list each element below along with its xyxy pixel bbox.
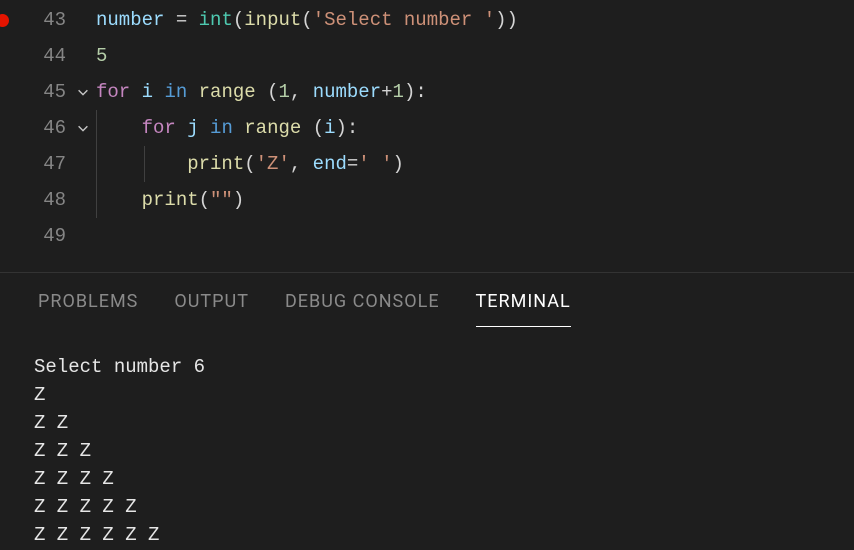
token: ( [313, 117, 324, 139]
token: 'Z' [256, 153, 290, 175]
token: ( [301, 9, 312, 31]
code-text[interactable]: for i in range (1, number+1): [96, 81, 427, 103]
token: , [290, 81, 313, 103]
token: ) [233, 189, 244, 211]
code-line[interactable]: 44 5 [0, 38, 854, 74]
token [153, 81, 164, 103]
code-line[interactable]: 49 [0, 218, 854, 254]
token: ( [267, 81, 278, 103]
tab-problems[interactable]: PROBLEMS [38, 285, 138, 327]
token: for [142, 117, 176, 139]
token: print [187, 153, 244, 175]
line-number: 45 [18, 74, 70, 110]
code-editor[interactable]: 43number = int(input('Select number '))4… [0, 0, 854, 254]
code-content[interactable]: for j in range (i): [96, 110, 854, 146]
indent-guide [96, 146, 97, 182]
code-line[interactable]: 45 for i in range (1, number+1): [0, 74, 854, 110]
code-line[interactable]: 47 print('Z', end=' ') [0, 146, 854, 182]
token: , [290, 153, 313, 175]
token: 5 [96, 45, 107, 67]
token: ): [336, 117, 359, 139]
token: for [96, 81, 130, 103]
token: range [244, 117, 301, 139]
token: ( [244, 153, 255, 175]
tab-output[interactable]: OUTPUT [174, 285, 249, 327]
tab-terminal[interactable]: TERMINAL [476, 285, 571, 327]
code-line[interactable]: 43number = int(input('Select number ')) [0, 2, 854, 38]
token: 1 [278, 81, 289, 103]
token: in [164, 81, 187, 103]
token [187, 81, 198, 103]
token: ( [233, 9, 244, 31]
indent-guide [96, 110, 97, 146]
line-number: 44 [18, 38, 70, 74]
tab-debug-console[interactable]: DEBUG CONSOLE [285, 285, 440, 327]
fold-gutter[interactable] [70, 85, 96, 99]
line-number: 46 [18, 110, 70, 146]
code-text[interactable]: for j in range (i): [96, 117, 358, 139]
token [199, 117, 210, 139]
token: 'Select number ' [313, 9, 495, 31]
code-text[interactable]: 5 [96, 45, 107, 67]
token: int [199, 9, 233, 31]
token: )) [495, 9, 518, 31]
breakpoint-icon[interactable] [0, 14, 9, 27]
token: ' ' [358, 153, 392, 175]
fold-gutter[interactable] [70, 121, 96, 135]
token: range [199, 81, 256, 103]
token: + [381, 81, 392, 103]
token: i [324, 117, 335, 139]
panel-tabs: PROBLEMS OUTPUT DEBUG CONSOLE TERMINAL [0, 273, 854, 327]
token: = [347, 153, 358, 175]
code-content[interactable]: print('Z', end=' ') [96, 146, 854, 182]
token: number [96, 9, 164, 31]
token: 1 [393, 81, 404, 103]
vscode-editor: 43number = int(input('Select number '))4… [0, 0, 854, 550]
token: input [244, 9, 301, 31]
code-content[interactable]: number = int(input('Select number ')) [96, 2, 854, 38]
code-content[interactable]: for i in range (1, number+1): [96, 74, 854, 110]
token: ) [393, 153, 404, 175]
token: ): [404, 81, 427, 103]
code-line[interactable]: 48 print("") [0, 182, 854, 218]
token: = [164, 9, 198, 31]
token [256, 81, 267, 103]
bottom-panel: PROBLEMS OUTPUT DEBUG CONSOLE TERMINAL Sele… [0, 272, 854, 550]
token: j [187, 117, 198, 139]
token: print [142, 189, 199, 211]
breakpoint-gutter[interactable] [0, 14, 18, 27]
token: number [313, 81, 381, 103]
indent-guide [96, 182, 97, 218]
code-text[interactable]: print('Z', end=' ') [96, 153, 404, 175]
token: i [142, 81, 153, 103]
token: "" [210, 189, 233, 211]
token: ( [199, 189, 210, 211]
terminal-output[interactable]: Select number 6 Z Z Z Z Z Z Z Z Z Z Z Z … [0, 327, 854, 549]
token [233, 117, 244, 139]
token [301, 117, 312, 139]
code-text[interactable]: number = int(input('Select number ')) [96, 9, 518, 31]
line-number: 47 [18, 146, 70, 182]
token [130, 81, 141, 103]
line-number: 49 [18, 218, 70, 254]
chevron-down-icon[interactable] [76, 121, 90, 135]
code-content[interactable]: print("") [96, 182, 854, 218]
code-content[interactable]: 5 [96, 38, 854, 74]
token: in [210, 117, 233, 139]
line-number: 43 [18, 2, 70, 38]
chevron-down-icon[interactable] [76, 85, 90, 99]
code-text[interactable]: print("") [96, 189, 244, 211]
indent-guide [144, 146, 145, 182]
token: end [313, 153, 347, 175]
token [176, 117, 187, 139]
code-line[interactable]: 46 for j in range (i): [0, 110, 854, 146]
line-number: 48 [18, 182, 70, 218]
